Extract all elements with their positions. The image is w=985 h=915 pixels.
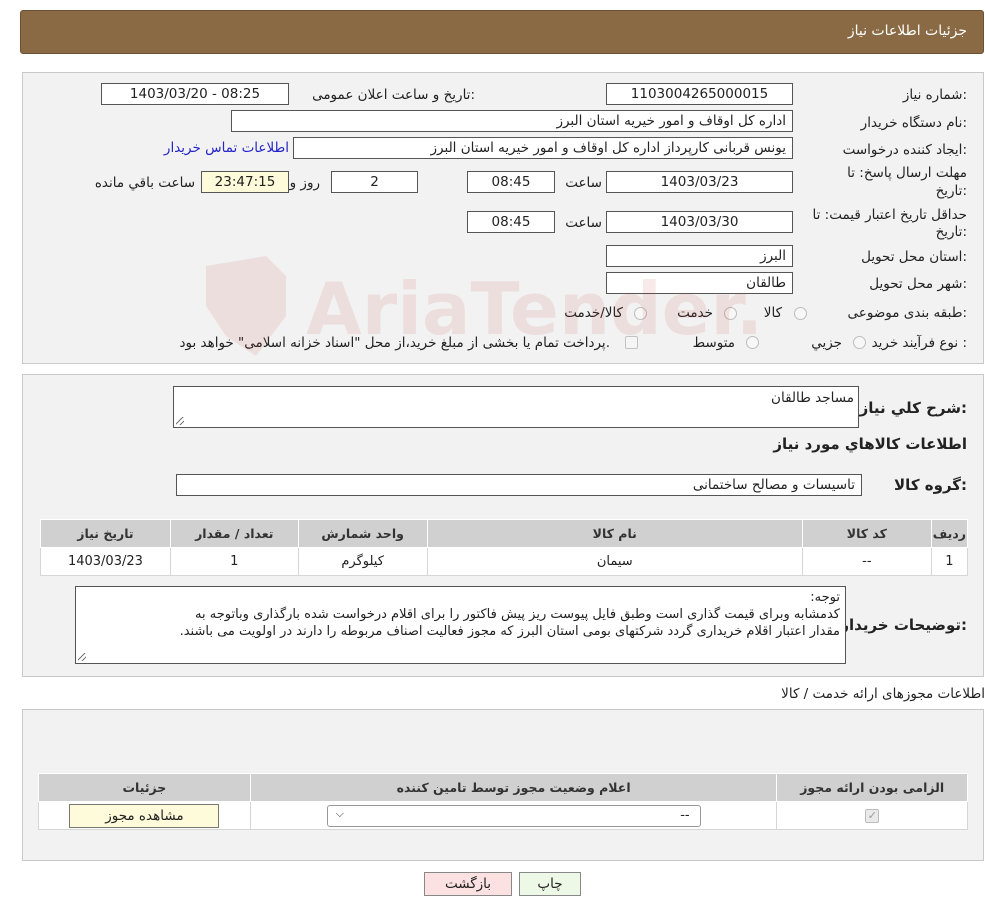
days-label: روز و [289,175,320,191]
category-label: طبقه بندی موضوعی: [847,305,967,321]
table-row: مشاهده مجوز -- ⌵ ✓ [38,801,968,830]
permits-col-details: جزئیات [38,773,251,802]
remaining-time-field: 23:47:15 [201,171,289,193]
permits-col-required: الزامی بودن ارائه مجوز [776,773,968,802]
buyer-org-label: نام دستگاه خریدار: [860,115,967,131]
summary-label: شرح کلي نياز: [859,399,967,417]
buyer-notes-label: توضیحات خریدار: [840,616,967,634]
watermark-text: AriaTender.neT [306,267,756,351]
goods-group-label: گروه کالا: [894,476,967,494]
back-button[interactable]: بازگشت [424,872,512,896]
permits-cell-required: ✓ [776,801,968,830]
deadline-time-label: ساعت [565,175,602,191]
summary-value: مساجد طالقان [771,390,854,406]
permit-status-value: -- [680,807,690,823]
chevron-down-icon: ⌵ [335,806,344,820]
deadline-date-field: 1403/03/23 [606,171,793,193]
summary-textarea[interactable]: مساجد طالقان [173,386,859,428]
process-option-minor: جزيي [811,335,842,351]
deadline-time-field: 08:45 [467,171,555,193]
buyer-org-field: اداره کل اوقاف و امور خیریه استان البرز [231,110,793,132]
city-label: شهر محل تحویل: [869,276,967,292]
permits-cell-details: مشاهده مجوز [38,801,251,830]
cell-row: 1 [930,547,969,576]
col-header-date: تاریخ نیاز [40,519,171,548]
col-header-row: رديف [930,519,969,548]
buyer-notes-line-1: توجه: [810,590,840,605]
need-number-field: 1103004265000015 [606,83,793,105]
view-permit-button[interactable]: مشاهده مجوز [69,803,220,828]
validity-time-field: 08:45 [467,211,555,233]
cell-name: سیمان [426,547,803,576]
validity-time-label: ساعت [565,215,602,231]
cell-date: 1403/03/23 [40,547,171,576]
buyer-notes-textarea[interactable]: توجه: کدمشابه وبرای قیمت گذاری است وطبق … [75,586,846,664]
col-header-unit: واحد شمارش [297,519,428,548]
need-number-label: شماره نیاز: [902,87,967,103]
permits-table-header: جزئیات اعلام وضعیت مجوز توسط تامین کننده… [38,773,968,802]
goods-section-title: اطلاعات کالاهاي مورد نياز [773,435,967,453]
col-header-name: نام کالا [426,519,803,548]
goods-group-field: تاسیسات و مصالح ساختمانی [176,474,862,496]
creator-field: یونس قربانی کارپرداز اداره کل اوقاف و ام… [293,137,793,159]
buyer-notes-line-2: کدمشابه وبرای قیمت گذاری است وطبق فایل پ… [195,607,840,622]
announce-field: 1403/03/20 - 08:25 [101,83,289,105]
category-radio-goods[interactable] [794,307,807,320]
resize-grip-icon[interactable] [78,653,86,661]
days-field: 2 [331,171,418,193]
cell-code: -- [801,547,932,576]
resize-grip-icon[interactable] [176,417,184,425]
col-header-code: کد کالا [801,519,932,548]
cell-unit: کیلوگرم [297,547,428,576]
page-title: جزئیات اطلاعات نیاز [847,23,967,39]
aria-tender-watermark: AriaTender.neT [206,256,756,356]
process-radio-minor[interactable] [853,336,866,349]
buyer-contact-link[interactable]: اطلاعات تماس خریدار [164,140,289,156]
print-button[interactable]: چاپ [519,872,581,896]
province-label: استان محل تحویل: [861,249,967,265]
category-option-goods: کالا [763,305,782,321]
permits-cell-status: -- ⌵ [249,801,778,830]
announce-label: تاریخ و ساعت اعلان عمومی: [312,87,475,103]
cell-qty: 1 [169,547,299,576]
permits-table: جزئیات اعلام وضعیت مجوز توسط تامین کننده… [38,773,968,830]
permits-section-title: اطلاعات مجوزهای ارائه خدمت / کالا [781,686,985,702]
goods-table-header: تاریخ نیاز تعداد / مقدار واحد شمارش نام … [40,519,969,548]
deadline-label-2: تاریخ: [935,183,967,199]
validity-label-1: حداقل تاریخ اعتبار قیمت: تا [812,207,967,223]
validity-label-2: تاریخ: [935,224,967,240]
creator-label: ایجاد کننده درخواست: [842,142,967,158]
permit-required-checkbox: ✓ [865,808,880,823]
col-header-qty: تعداد / مقدار [169,519,299,548]
goods-table: تاریخ نیاز تعداد / مقدار واحد شمارش نام … [40,519,969,576]
remaining-label: ساعت باقي مانده [94,175,195,191]
page-header: جزئیات اطلاعات نیاز [20,10,984,54]
deadline-label-1: مهلت ارسال پاسخ: تا [847,165,967,181]
validity-date-field: 1403/03/30 [606,211,793,233]
permits-col-status: اعلام وضعیت مجوز توسط تامین کننده [249,773,778,802]
permit-status-select[interactable]: -- ⌵ [326,804,701,827]
table-row: 1403/03/23 1 کیلوگرم سیمان -- 1 [40,547,969,576]
buyer-notes-line-3: مقدار اعتبار اقلام خریداری گردد شرکتهای … [179,624,840,639]
process-label: نوع فرآیند خرید : [871,335,967,351]
watermark-logo-icon [206,256,286,356]
